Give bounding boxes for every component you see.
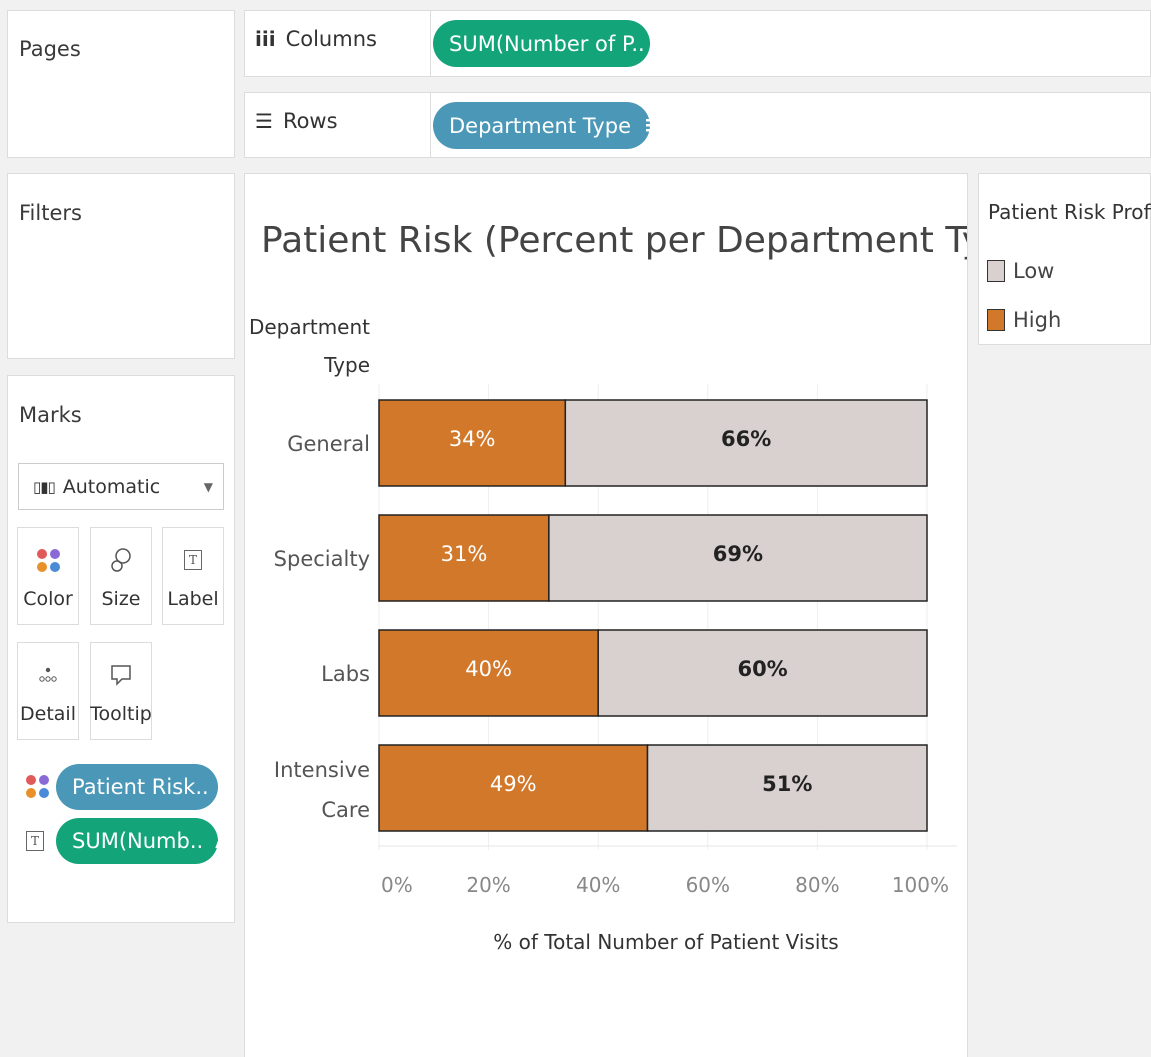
legend-item-high[interactable]: High xyxy=(987,308,1061,332)
sum-number-pill-label: SUM(Numb.. xyxy=(72,829,204,853)
rows-shelf-label: ☰ Rows xyxy=(255,109,338,133)
data-label: 66% xyxy=(721,427,771,451)
x-tick-label: 40% xyxy=(576,873,620,897)
delta-icon: Δ xyxy=(215,829,229,853)
rows-pill[interactable]: Department Type xyxy=(433,102,660,149)
data-label: 31% xyxy=(441,542,488,566)
tooltip-icon xyxy=(110,659,132,691)
color-encoding-icon xyxy=(26,775,49,798)
columns-label: Columns xyxy=(285,27,377,51)
data-label: 51% xyxy=(762,772,812,796)
x-tick-label: 20% xyxy=(466,873,510,897)
columns-icon: iii xyxy=(255,27,276,51)
label-button-label: Label xyxy=(167,588,219,610)
columns-pill[interactable]: SUM(Number of P.. Δ xyxy=(433,20,672,67)
stacked-bar-chart: Patient Risk (Percent per Department Typ… xyxy=(249,220,1042,954)
filters-title: Filters xyxy=(19,201,82,225)
detail-button-label: Detail xyxy=(20,703,76,725)
columns-shelf[interactable]: iii Columns xyxy=(244,10,1151,77)
y-axis-title-line: Department xyxy=(249,315,370,339)
data-label: 49% xyxy=(490,772,537,796)
data-label: 34% xyxy=(449,427,496,451)
detail-icon xyxy=(37,659,59,691)
size-button-label: Size xyxy=(101,588,141,610)
pages-shelf[interactable]: Pages xyxy=(7,10,235,158)
bar-chart-icon: ▯▮▯ xyxy=(33,477,56,496)
chart-title: Patient Risk (Percent per Department Typ… xyxy=(261,220,967,261)
filters-shelf[interactable]: Filters xyxy=(7,173,235,359)
data-label: 69% xyxy=(713,542,763,566)
category-label: Specialty xyxy=(274,547,370,571)
columns-shelf-label: iii Columns xyxy=(255,27,377,51)
chevron-down-icon: ▼ xyxy=(203,479,213,494)
x-tick-label: 80% xyxy=(795,873,839,897)
tooltip-button-label: Tooltip xyxy=(90,703,152,725)
legend-card: Patient Risk Profile Low High xyxy=(978,173,1151,345)
size-icon xyxy=(110,544,132,576)
pages-title: Pages xyxy=(19,37,81,61)
sort-icon xyxy=(645,114,661,138)
x-axis-title: % of Total Number of Patient Visits xyxy=(493,930,838,954)
category-label: Care xyxy=(321,798,370,822)
mark-type-label: Automatic xyxy=(62,475,161,498)
marks-card: Marks ▯▮▯ Automatic ▼ Color Size T Label… xyxy=(7,375,235,923)
x-tick-label: 60% xyxy=(686,873,730,897)
columns-pill-label: SUM(Number of P.. xyxy=(449,31,645,56)
legend-swatch-low xyxy=(987,260,1005,282)
text-icon: T xyxy=(184,550,202,570)
label-encoding-icon: T xyxy=(26,831,44,851)
label-button[interactable]: T Label xyxy=(162,527,224,625)
patient-risk-pill[interactable]: Patient Risk.. xyxy=(56,764,232,810)
y-axis-title: Department Type xyxy=(249,315,370,377)
marks-title: Marks xyxy=(19,403,82,427)
y-axis-title-line: Type xyxy=(323,353,370,377)
detail-button[interactable]: Detail xyxy=(17,642,79,740)
mark-type-dropdown[interactable]: ▯▮▯ Automatic ▼ xyxy=(18,463,224,510)
x-tick-label: 0% xyxy=(381,873,413,897)
rows-icon: ☰ xyxy=(255,109,273,133)
tooltip-button[interactable]: Tooltip xyxy=(90,642,152,740)
rows-shelf[interactable]: ☰ Rows xyxy=(244,92,1151,158)
patient-risk-pill-label: Patient Risk.. xyxy=(72,775,209,799)
data-label: 40% xyxy=(465,657,512,681)
size-button[interactable]: Size xyxy=(90,527,152,625)
sum-number-pill[interactable]: SUM(Numb.. Δ xyxy=(56,818,229,864)
color-button-label: Color xyxy=(23,588,73,610)
rows-pill-label: Department Type xyxy=(449,113,631,138)
chart-view: Patient Risk (Percent per Department Typ… xyxy=(244,173,1042,1057)
color-button[interactable]: Color xyxy=(17,527,79,625)
delta-icon: Δ xyxy=(658,31,673,56)
legend-label-low: Low xyxy=(1013,259,1055,283)
legend-item-low[interactable]: Low xyxy=(987,259,1054,283)
legend-label-high: High xyxy=(1013,308,1062,332)
category-label: General xyxy=(287,432,370,456)
data-label: 60% xyxy=(737,657,787,681)
color-icon xyxy=(36,548,60,572)
sort-icon xyxy=(217,775,233,799)
category-label: Intensive xyxy=(274,758,370,782)
legend-swatch-high xyxy=(987,309,1005,331)
category-label: Labs xyxy=(321,662,370,686)
legend-title: Patient Risk Profile xyxy=(988,200,1151,224)
x-tick-label: 100% xyxy=(892,873,949,897)
rows-label: Rows xyxy=(282,109,338,133)
